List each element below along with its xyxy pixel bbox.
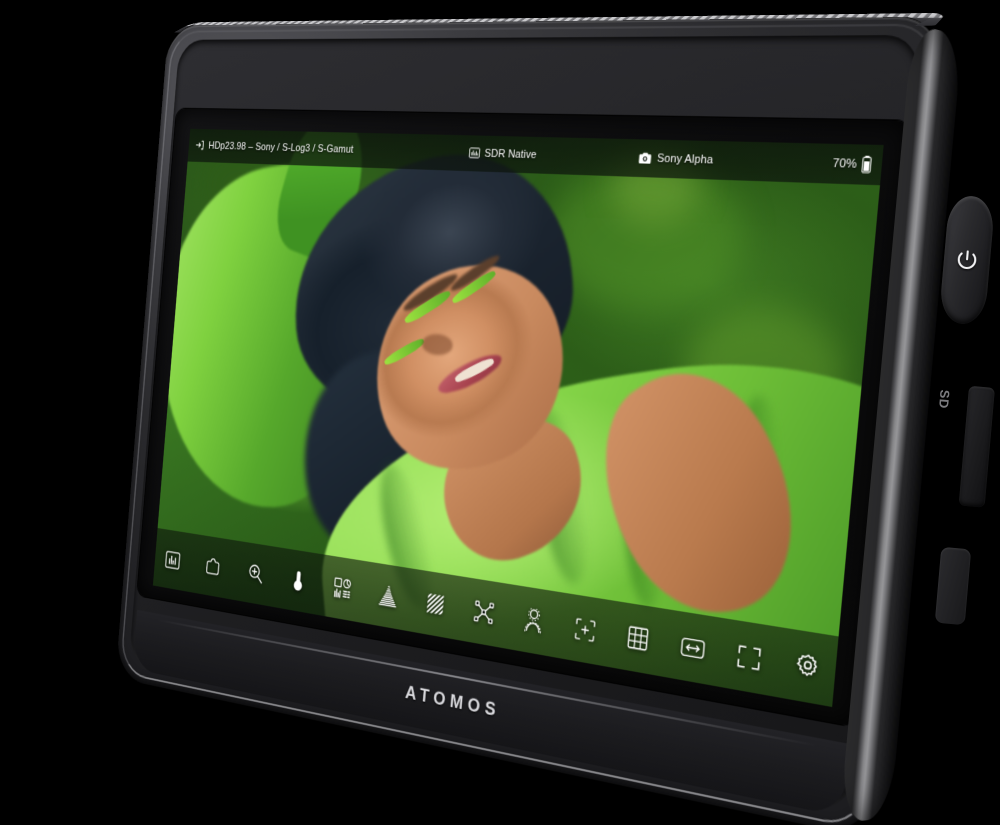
status-camera-label: Sony Alpha — [656, 152, 714, 167]
zebra-icon[interactable] — [422, 587, 449, 621]
skin-tone-icon[interactable] — [519, 604, 548, 639]
scopes-icon[interactable] — [330, 572, 356, 605]
device-perspective-wrap: HDp23.98 – Sony / S-Log3 / S-Gamut SDR N… — [0, 0, 1000, 825]
status-battery-percent: 70% — [831, 157, 858, 172]
false-color-icon[interactable] — [286, 565, 311, 597]
sd-slot-label: SD — [936, 389, 953, 410]
status-lut-group[interactable]: SDR Native — [468, 147, 537, 161]
device-chin: ATOMOS — [132, 609, 850, 817]
safe-area-icon[interactable] — [733, 639, 765, 676]
focus-peaking-icon[interactable] — [570, 612, 600, 647]
status-input-label: HDp23.98 – Sony / S-Log3 / S-Gamut — [208, 140, 354, 156]
brand-logo: ATOMOS — [404, 682, 502, 722]
monitor-mode-icon[interactable] — [161, 545, 184, 576]
waveform-icon[interactable] — [375, 580, 401, 613]
anamorphic-icon[interactable] — [677, 629, 708, 666]
settings-gear-icon[interactable] — [791, 648, 825, 686]
histogram-box-icon — [468, 148, 480, 159]
grid-icon[interactable] — [623, 621, 654, 657]
camera-icon[interactable] — [201, 551, 225, 582]
chin-highlight — [156, 619, 819, 747]
zoom-in-icon[interactable] — [243, 558, 267, 590]
vectorscope-icon[interactable] — [470, 595, 498, 629]
power-standby-icon — [957, 250, 977, 270]
status-camera-group[interactable]: Sony Alpha — [638, 152, 714, 167]
status-battery-group[interactable]: 70% — [832, 154, 872, 174]
status-lut-label: SDR Native — [484, 147, 538, 162]
subject-arm-right — [573, 337, 830, 646]
input-arrow-icon — [195, 139, 205, 151]
device-chassis: HDp23.98 – Sony / S-Log3 / S-Gamut SDR N… — [115, 16, 945, 825]
battery-icon — [861, 155, 872, 174]
camera-icon — [638, 152, 652, 165]
screenshot-stage: HDp23.98 – Sony / S-Log3 / S-Gamut SDR N… — [0, 0, 1000, 825]
atomos-monitor-device: HDp23.98 – Sony / S-Log3 / S-Gamut SDR N… — [115, 12, 963, 825]
status-input-group[interactable]: HDp23.98 – Sony / S-Log3 / S-Gamut — [195, 139, 354, 156]
